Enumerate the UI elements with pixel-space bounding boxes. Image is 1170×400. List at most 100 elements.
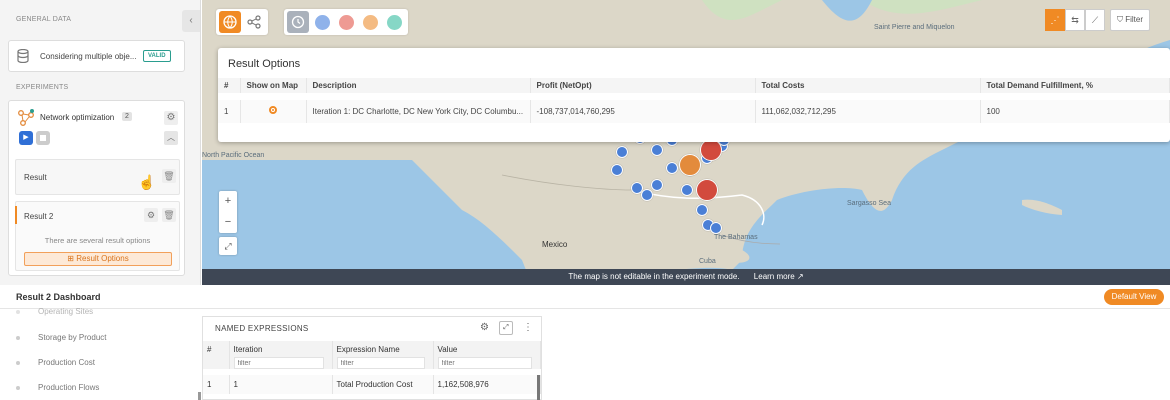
column-header[interactable]: Expression Name [332, 341, 434, 357]
filter-cell [229, 357, 333, 372]
general-data-title: GENERAL DATA [16, 16, 72, 23]
experiment-name[interactable]: Network optimization [40, 113, 114, 122]
gear-icon: ⚙ [480, 322, 489, 333]
zoom-out-button[interactable]: − [219, 212, 237, 233]
expression-name-filter-input[interactable] [336, 357, 425, 369]
external-link-icon: ↗ [796, 272, 804, 281]
network-graph-icon [247, 15, 261, 29]
table-row[interactable]: 1 1 Total Production Cost 1,162,508,976 [203, 369, 541, 394]
expand-icon: ⤢ [224, 241, 232, 251]
collapse-experiment-button[interactable]: ︿ [164, 131, 178, 145]
nav-scrollbar[interactable] [198, 392, 201, 400]
run-experiment-button[interactable]: ▶ [19, 131, 33, 145]
trash-icon: 🗑 [163, 210, 175, 220]
customer-marker[interactable] [651, 179, 663, 191]
column-header[interactable]: Show on Map [240, 78, 307, 97]
result-options-button[interactable]: ⊞ Result Options [24, 252, 172, 266]
add-warehouse-button[interactable] [359, 11, 381, 33]
general-data-card[interactable]: Considering multiple obje... VALID [8, 40, 185, 72]
result-options-label: Result Options [76, 254, 129, 263]
demand-cell: 100 [980, 92, 1170, 123]
show-routes-button[interactable]: ⇆ [1065, 9, 1085, 31]
default-view-button[interactable]: Default View [1104, 289, 1164, 305]
table-row[interactable]: 1 Iteration 1: DC Charlotte, DC New York… [218, 92, 1170, 123]
column-header[interactable]: # [203, 341, 230, 357]
named-expressions-table: # Iteration Expression Name Value 1 1 To… [203, 341, 541, 394]
customer-marker[interactable] [611, 164, 623, 176]
row-number: 1 [203, 369, 230, 394]
result-label: Result [24, 173, 47, 182]
experiment-card: Network optimization 2 ⚙ ▶ ︿ Result 🗑 Re… [8, 100, 185, 276]
chevron-left-icon: ‹ [189, 15, 193, 26]
customer-marker[interactable] [696, 204, 708, 216]
nav-item-production-flows[interactable]: Production Flows [16, 383, 99, 392]
delete-result-2-button[interactable]: 🗑 [162, 208, 176, 222]
zoom-control: + − [219, 191, 237, 233]
widget-settings-button[interactable]: ⚙ [480, 322, 489, 333]
result-settings-button[interactable]: ⚙ [144, 208, 158, 222]
customer-marker[interactable] [651, 144, 663, 156]
column-header[interactable]: Iteration [229, 341, 333, 357]
add-object-button[interactable] [383, 11, 405, 33]
map-label-sargasso: Sargasso Sea [847, 200, 891, 207]
nav-item-storage-by-product[interactable]: Storage by Product [16, 333, 106, 342]
customer-marker[interactable] [666, 162, 678, 174]
column-header[interactable]: Total Demand Fulfillment, % [980, 78, 1170, 97]
show-lines-button[interactable]: ⟋ [1085, 9, 1105, 31]
result-2-item[interactable]: Result 2 ⚙ 🗑 There are several result op… [15, 201, 180, 271]
timeline-button[interactable] [287, 11, 309, 33]
show-points-button[interactable]: ⋰ [1045, 9, 1065, 31]
value-cell: 1,162,508,976 [433, 369, 541, 394]
factory-icon [338, 14, 354, 30]
bullet-icon [16, 385, 20, 390]
learn-more-label: Learn more [753, 272, 795, 281]
column-header[interactable]: Profit (NetOpt) [530, 78, 756, 97]
column-header[interactable]: # [218, 78, 241, 97]
map-view[interactable]: Saint Pierre and Miquelon North Pacific … [202, 0, 1170, 285]
factory-marker[interactable] [700, 139, 722, 161]
value-filter-input[interactable] [437, 357, 533, 369]
graph-mode-button[interactable] [243, 11, 265, 33]
column-header[interactable]: Value [433, 341, 541, 357]
nav-item-production-cost[interactable]: Production Cost [16, 358, 95, 367]
zoom-in-button[interactable]: + [219, 191, 237, 212]
delete-result-button[interactable]: 🗑 [162, 169, 176, 183]
table-scrollbar[interactable] [537, 375, 540, 400]
filter-button[interactable]: ⛉ Filter [1110, 9, 1151, 31]
widget-expand-button[interactable]: ⤢ [499, 321, 513, 335]
profit-cell: -108,737,014,760,295 [530, 92, 756, 123]
customer-marker[interactable] [616, 146, 628, 158]
iteration-filter-input[interactable] [233, 357, 324, 369]
distribution-center-marker[interactable] [679, 154, 701, 176]
map-label-saint-pierre: Saint Pierre and Miquelon [874, 24, 955, 31]
banner-text: The map is not editable in the experimen… [568, 272, 740, 281]
filter-cell-empty [203, 357, 230, 372]
network-optimization-icon [18, 109, 34, 126]
column-header[interactable]: Description [306, 78, 531, 97]
fullscreen-button[interactable]: ⤢ [219, 237, 237, 255]
add-factory-button[interactable] [335, 11, 357, 33]
customer-marker[interactable] [681, 184, 693, 196]
gear-icon: ⚙ [166, 112, 176, 123]
factory-marker[interactable] [696, 179, 718, 201]
experiment-settings-button[interactable]: ⚙ [164, 111, 178, 125]
more-vertical-icon: ⋮ [523, 322, 533, 333]
database-icon [17, 49, 29, 63]
collapse-sidebar-button[interactable]: ‹ [182, 10, 200, 32]
show-on-map-radio[interactable] [269, 106, 277, 115]
selected-indicator [15, 206, 17, 224]
grid-icon: ⊞ [67, 254, 77, 263]
map-readonly-banner: The map is not editable in the experimen… [202, 269, 1170, 285]
result-options-title: Result Options [228, 58, 301, 70]
nav-item-operating-sites[interactable]: Operating Sites [16, 307, 93, 316]
add-customer-button[interactable] [311, 11, 333, 33]
stop-experiment-button[interactable] [36, 131, 50, 145]
customer-marker[interactable] [710, 222, 722, 234]
column-header[interactable]: Total Costs [755, 78, 981, 97]
named-expressions-widget: NAMED EXPRESSIONS ⚙ ⤢ ⋮ # Iteration Expr… [202, 316, 542, 400]
learn-more-link[interactable]: Learn more ↗ [754, 272, 804, 281]
customer-marker[interactable] [641, 189, 653, 201]
map-mode-button[interactable] [219, 11, 241, 33]
widget-menu-button[interactable]: ⋮ [523, 322, 533, 333]
filter-cell [332, 357, 434, 372]
